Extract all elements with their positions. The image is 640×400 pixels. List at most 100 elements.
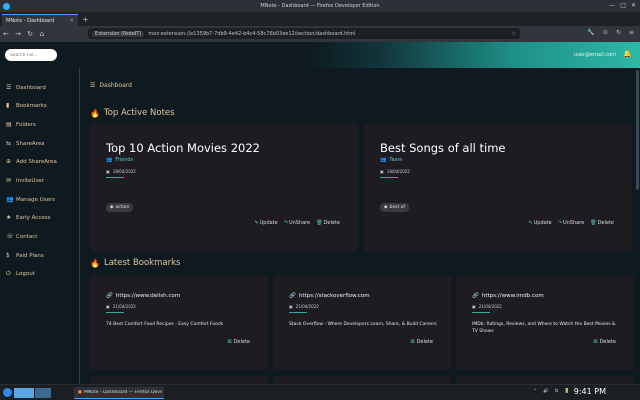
maximize-button[interactable]: □ [620,2,626,9]
sidebar-item-label: ShareArea [16,140,45,147]
minimize-button[interactable]: — [609,2,615,9]
bookmark-url[interactable]: 🔗 https://www.delish.com [106,293,180,299]
clock[interactable]: 9:41 PM [574,387,606,396]
note-card[interactable]: Best Songs of all time 👥 Team ▣ 18/04/20… [364,123,632,251]
tab-close-icon[interactable]: × [70,18,74,24]
account-icon[interactable]: ⊙ [603,29,608,36]
note-group: 👥 Friends [106,157,133,163]
sidebar-item-paid-plans[interactable]: $ Paid Plans [6,252,44,259]
url-text[interactable]: moz-extension://e1359b7-7db9-4e42-b4c4-5… [148,31,355,37]
app-header [0,42,640,68]
sidebar-item-logout[interactable]: ⏻ Logout [6,270,35,278]
back-icon[interactable]: ← [0,30,12,38]
desktop-pager-2[interactable] [35,388,51,398]
star-icon: ★ [6,214,12,221]
search-input[interactable] [5,49,57,61]
delete-button[interactable]: ⊠ Delete [227,339,250,345]
sidebar: ☰ Dashboard ▮ Bookmarks ▤ Folders ⇆ Shar… [0,68,80,384]
browser-tab-active[interactable]: MNote - Dashboard × [2,14,78,26]
sidebar-item-early-access[interactable]: ★ Early Access [6,214,50,221]
sidebar-item-label: Manage Users [16,196,55,203]
url-bar[interactable]: Extension (NoteIT) moz-extension://e1359… [88,28,520,39]
reload-icon[interactable]: ↻ [24,30,36,38]
user-email[interactable]: user@email.com [574,52,616,58]
calendar-icon: ▣ [289,304,293,309]
sidebar-item-manage-users[interactable]: 👥 Manage Users [6,196,55,203]
close-window-button[interactable]: ✕ [631,2,636,9]
sidebar-item-contact[interactable]: ☏ Contact [6,233,37,240]
bell-icon[interactable]: 🔔 [623,50,632,58]
bookmark-card[interactable] [273,376,451,384]
forward-icon[interactable]: → [12,30,24,38]
delete-button[interactable]: ⊠ Delete [593,339,616,345]
sidebar-item-label: Bookmarks [16,102,47,109]
sidebar-item-bookmarks[interactable]: ▮ Bookmarks [6,102,47,109]
start-menu-icon[interactable] [3,388,12,397]
delete-button[interactable]: 🗑Delete [316,220,340,226]
page-scrollbar[interactable] [636,70,639,190]
note-card[interactable]: Top 10 Action Movies 2022 👥 Friends ▣ 18… [90,123,358,251]
extension-identity[interactable]: Extension (NoteIT) [92,30,145,37]
note-title[interactable]: Top 10 Action Movies 2022 [106,141,260,155]
delete-button[interactable]: 🗑Delete [590,220,614,226]
divider [289,312,307,313]
bookmark-description: IMDb: Ratings, Reviews, and Where to Wat… [472,322,616,334]
menu-icon[interactable]: ≡ [629,29,634,36]
volume-icon[interactable]: 🔊 [543,389,549,394]
sidebar-item-inviteuser[interactable]: ✉ InviteUser [6,177,44,184]
tools-icon[interactable]: 🔧 [587,29,594,36]
bookmark-url-text[interactable]: https://www.imdb.com [482,293,544,299]
note-title[interactable]: Best Songs of all time [380,141,506,155]
bookmark-url[interactable]: 🔗 https://stackoverflow.com [289,293,370,299]
bookmark-card[interactable] [456,376,634,384]
sidebar-item-add-sharearea[interactable]: ⊕ Add ShareArea [6,158,57,165]
bookmark-card[interactable]: 🔗 https://www.imdb.com ▣ 21/04/2022 IMDb… [456,275,634,370]
bookmark-url-text[interactable]: https://stackoverflow.com [299,293,370,299]
bookmark-card[interactable]: 🔗 https://www.delish.com ▣ 21/04/2022 74… [90,275,268,370]
sidebar-item-dashboard[interactable]: ☰ Dashboard [6,84,46,91]
home-icon[interactable]: ⌂ [36,30,48,38]
section-title-notes: 🔥 Top Active Notes [90,108,175,118]
tray-expand-icon[interactable]: ⌃ [533,389,537,394]
network-icon[interactable]: ⇅ [555,389,559,394]
unshare-button[interactable]: ↷UnShare [284,220,310,226]
tag-badge[interactable]: ◆ action [106,203,134,212]
update-button[interactable]: ✎Update [528,220,551,226]
bookmark-card[interactable]: 🔗 https://stackoverflow.com ▣ 21/04/2022… [273,275,451,370]
bookmark-date-value: 21/04/2022 [478,304,502,309]
bookmark-star-icon[interactable]: ☆ [512,31,516,37]
fire-icon: 🔥 [90,108,100,118]
bookmark-url[interactable]: 🔗 https://www.imdb.com [472,293,544,299]
unshare-icon: ↷ [283,220,288,226]
delete-label: Delete [599,339,616,345]
bookmark-date: ▣ 21/04/2022 [106,304,136,309]
calendar-icon: ▣ [380,169,384,174]
bookmark-card[interactable] [90,376,268,384]
unshare-icon: ↷ [557,220,562,226]
calendar-icon: ▣ [472,304,476,309]
divider [380,177,398,178]
new-tab-button[interactable]: + [82,14,89,26]
trash-icon: 🗑 [316,220,323,226]
unshare-button[interactable]: ↷UnShare [558,220,584,226]
sidebar-item-sharearea[interactable]: ⇆ ShareArea [6,140,45,147]
battery-icon[interactable]: 🔋 [564,389,570,394]
link-icon: 🔗 [472,293,479,299]
sidebar-item-label: InviteUser [16,177,44,184]
bookmark-url-text[interactable]: https://www.delish.com [116,293,180,299]
window-title: MNote - Dashboard — Firefox Developer Ed… [260,3,380,9]
toolbar-right: 🔧 ⊙ ↻ ≡ [587,29,634,36]
tag-icon: ◆ [110,205,114,210]
update-button[interactable]: ✎Update [254,220,277,226]
trash-icon: 🗑 [590,220,597,226]
update-label: Update [259,220,278,226]
delete-button[interactable]: ⊠ Delete [410,339,433,345]
divider [472,312,490,313]
tag-badge[interactable]: ◆ best of [380,203,409,212]
bookmark-description: Stack Overflow - Where Developers Learn,… [289,322,437,327]
sidebar-item-folders[interactable]: ▤ Folders [6,121,36,128]
desktop-pager[interactable] [14,388,34,398]
delete-label: Delete [416,339,433,345]
dashboard-icon: ☰ [6,84,12,91]
sync-icon[interactable]: ↻ [616,29,621,36]
